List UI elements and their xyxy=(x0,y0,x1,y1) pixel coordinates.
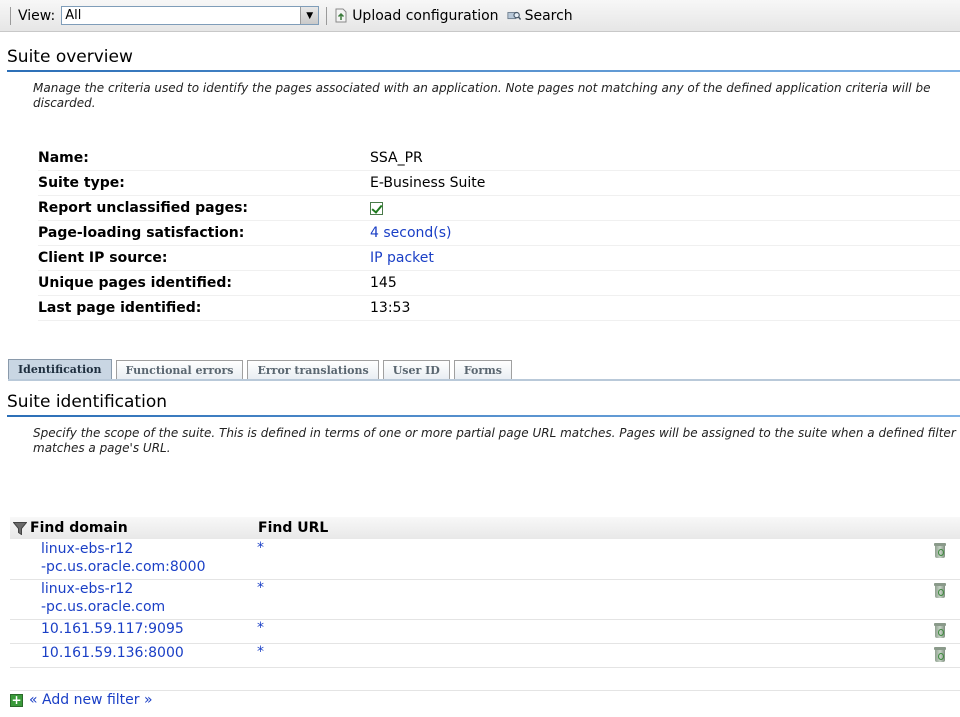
property-label: Client IP source: xyxy=(38,250,168,266)
property-value: SSA_PR xyxy=(370,150,423,166)
tab-error-translations[interactable]: Error translations xyxy=(247,360,379,379)
domain-link[interactable]: 10.161.59.117:9095 xyxy=(10,620,249,638)
view-select[interactable]: All ▼ xyxy=(61,6,320,25)
section-title: Suite identification xyxy=(7,392,167,412)
domain-link[interactable]: linux-ebs-r12 -pc.us.oracle.com xyxy=(10,580,249,616)
property-value: 145 xyxy=(370,275,397,291)
property-label: Report unclassified pages: xyxy=(38,200,249,216)
property-label: Unique pages identified: xyxy=(38,275,232,291)
overview-description: Manage the criteria used to identify the… xyxy=(33,81,931,110)
search-icon xyxy=(507,8,521,24)
domain-line: linux-ebs-r12 xyxy=(41,581,134,597)
chevron-down-icon[interactable]: ▼ xyxy=(300,7,319,24)
view-label: View: xyxy=(18,7,56,24)
section-divider xyxy=(7,415,960,417)
view-select-value: All xyxy=(65,8,82,23)
property-last-page: Last page identified: 13:53 xyxy=(38,296,960,321)
trash-icon xyxy=(934,647,946,662)
upload-icon xyxy=(334,8,348,24)
trash-icon xyxy=(934,543,946,558)
tab-user-id[interactable]: User ID xyxy=(382,360,450,379)
property-value: E-Business Suite xyxy=(370,175,486,191)
domain-line: -pc.us.oracle.com:8000 xyxy=(41,559,206,575)
add-new-filter-button[interactable]: + « Add new filter » xyxy=(10,692,153,708)
table-row: linux-ebs-r12 -pc.us.oracle.com:8000 * xyxy=(10,540,960,580)
delete-button[interactable] xyxy=(920,540,960,558)
tab-identification[interactable]: Identification xyxy=(8,359,112,379)
url-link[interactable]: * xyxy=(249,644,557,660)
property-label: Name: xyxy=(38,150,89,166)
toolbar-separator xyxy=(326,6,328,25)
domain-line: -pc.us.oracle.com xyxy=(41,599,166,615)
property-value: 13:53 xyxy=(370,300,411,316)
url-link[interactable]: * xyxy=(249,580,557,596)
domain-line: 10.161.59.117:9095 xyxy=(41,621,184,637)
property-label: Page-loading satisfaction: xyxy=(38,225,245,241)
delete-button[interactable] xyxy=(920,620,960,638)
search-button[interactable]: Search xyxy=(507,8,573,24)
column-header-domain[interactable]: Find domain xyxy=(30,520,258,536)
table-footer-divider xyxy=(10,690,960,691)
property-name: Name: SSA_PR xyxy=(38,146,960,171)
property-suite-type: Suite type: E-Business Suite xyxy=(38,171,960,196)
property-label: Last page identified: xyxy=(38,300,202,316)
search-label: Search xyxy=(524,7,573,24)
add-new-filter-label: « Add new filter » xyxy=(29,692,153,708)
table-row: linux-ebs-r12 -pc.us.oracle.com * xyxy=(10,580,960,620)
url-link[interactable]: * xyxy=(249,620,557,636)
domain-link[interactable]: 10.161.59.136:8000 xyxy=(10,644,249,662)
delete-button[interactable] xyxy=(920,644,960,662)
client-ip-source-link[interactable]: IP packet xyxy=(370,250,434,266)
identification-description: Specify the scope of the suite. This is … xyxy=(33,426,956,455)
property-unique-pages: Unique pages identified: 145 xyxy=(38,271,960,296)
property-page-loading: Page-loading satisfaction: 4 second(s) xyxy=(38,221,960,246)
suite-properties: Name: SSA_PR Suite type: E-Business Suit… xyxy=(38,146,960,321)
tab-functional-errors[interactable]: Functional errors xyxy=(115,360,244,379)
tab-bar: Identification Functional errors Error t… xyxy=(8,357,960,381)
table-row: 10.161.59.117:9095 * xyxy=(10,620,960,644)
url-link[interactable]: * xyxy=(249,540,557,556)
page-loading-link[interactable]: 4 second(s) xyxy=(370,225,452,241)
trash-icon xyxy=(934,623,946,638)
section-divider xyxy=(7,70,960,72)
toolbar: View: All ▼ Upload configuration Search xyxy=(0,0,960,32)
table-header: Find domain Find URL xyxy=(10,517,960,539)
column-header-url[interactable]: Find URL xyxy=(258,520,558,536)
plus-icon: + xyxy=(10,692,23,707)
delete-button[interactable] xyxy=(920,580,960,598)
domain-line: linux-ebs-r12 xyxy=(41,541,134,557)
report-unclassified-checkbox[interactable] xyxy=(370,201,383,215)
toolbar-separator xyxy=(10,6,11,25)
upload-configuration-label: Upload configuration xyxy=(352,7,499,24)
page-title: Suite overview xyxy=(7,47,133,67)
tab-forms[interactable]: Forms xyxy=(453,360,512,379)
property-client-ip: Client IP source: IP packet xyxy=(38,246,960,271)
property-report-unclassified: Report unclassified pages: xyxy=(38,196,960,221)
table-row: 10.161.59.136:8000 * xyxy=(10,644,960,668)
filter-table: linux-ebs-r12 -pc.us.oracle.com:8000 * l… xyxy=(10,540,960,668)
property-label: Suite type: xyxy=(38,175,125,191)
domain-line: 10.161.59.136:8000 xyxy=(41,645,184,661)
filter-icon[interactable] xyxy=(10,521,30,535)
domain-link[interactable]: linux-ebs-r12 -pc.us.oracle.com:8000 xyxy=(10,540,249,576)
upload-configuration-button[interactable]: Upload configuration xyxy=(334,7,499,24)
trash-icon xyxy=(934,583,946,598)
